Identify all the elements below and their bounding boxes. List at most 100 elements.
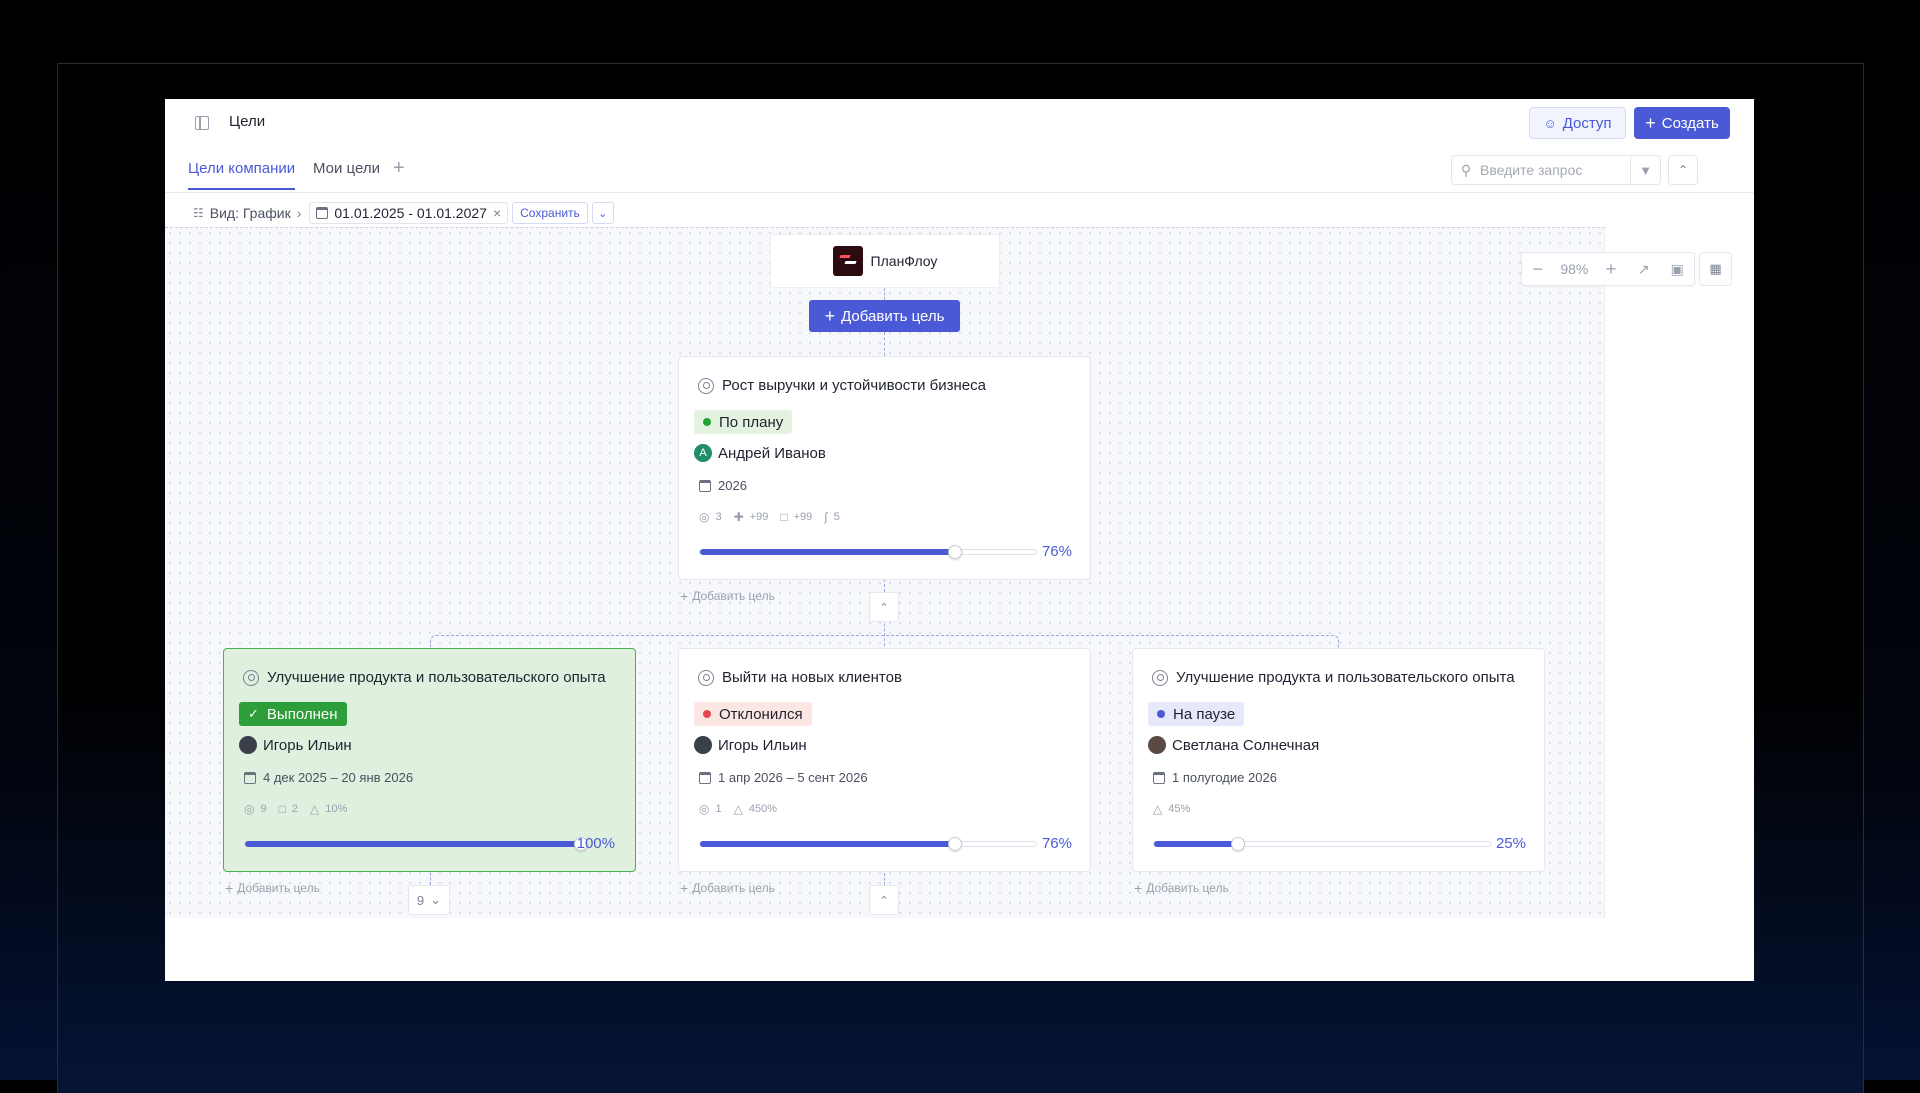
status-dot-icon (703, 710, 711, 718)
progress-bar[interactable] (244, 837, 588, 851)
add-subgoal-link[interactable]: + Добавить цель (1134, 880, 1229, 896)
tab-bar: Цели компании Мои цели + ⚲ ▼ ⌃ (165, 147, 1754, 193)
save-options-dropdown[interactable]: ⌄ (591, 202, 614, 224)
add-tab-plus-icon[interactable]: + (393, 157, 405, 180)
status-badge[interactable]: На паузе (1148, 702, 1245, 726)
view-selector[interactable]: ☷ Вид: График › (189, 205, 305, 221)
plus-icon: + (225, 880, 234, 896)
minimap-icon[interactable]: ▦ (1699, 252, 1732, 286)
progress-handle[interactable] (1231, 837, 1245, 851)
search-input[interactable] (1480, 162, 1620, 178)
search-box: ⚲ ▼ (1451, 155, 1661, 185)
goal-title: Рост выручки и устойчивости бизнеса (698, 377, 986, 394)
weight-value: 10% (325, 803, 348, 815)
goal-card[interactable]: Выйти на новых клиентов Отклонился Игорь… (678, 648, 1091, 872)
app-window: Цели ☺ Доступ + Создать Цели компании Мо… (165, 99, 1754, 981)
weight-icon: △ (733, 802, 743, 816)
add-subgoal-label: Добавить цель (692, 881, 775, 895)
status-badge[interactable]: Отклонился (694, 702, 812, 726)
status-dot-icon (703, 418, 711, 426)
calendar-icon (244, 771, 256, 784)
period-text: 2026 (718, 478, 747, 493)
calendar-icon (1153, 771, 1165, 784)
add-subgoal-link[interactable]: + Добавить цель (680, 588, 775, 604)
tab-company-goals[interactable]: Цели компании (188, 160, 296, 190)
page-title: Цели (229, 113, 266, 130)
goal-owner[interactable]: Игорь Ильин (694, 736, 807, 754)
chevron-down-icon: ⌄ (598, 207, 608, 220)
fit-screen-icon[interactable]: ▣ (1660, 253, 1694, 285)
chevron-up-icon: ⌃ (879, 601, 889, 614)
owner-name: Игорь Ильин (263, 736, 352, 754)
chevron-right-icon: › (296, 205, 302, 221)
view-toolbar: ☷ Вид: График › 01.01.2025 - 01.01.2027 … (189, 202, 614, 224)
goal-title: Улучшение продукта и пользовательского о… (243, 669, 606, 686)
progress-bar[interactable] (1153, 837, 1491, 851)
tab-my-goals[interactable]: Мои цели (313, 160, 380, 188)
zoom-controls: − 98% + ↗ ▣ (1521, 252, 1695, 286)
date-range-filter[interactable]: 01.01.2025 - 01.01.2027 × (309, 202, 509, 224)
status-text: Выполнен (266, 705, 338, 723)
collapse-header-button[interactable]: ⌃ (1668, 155, 1698, 185)
goal-card[interactable]: Улучшение продукта и пользовательского о… (1132, 648, 1545, 872)
company-logo (832, 246, 863, 276)
filter-icon[interactable]: ▼ (1630, 156, 1660, 184)
progress-handle[interactable] (948, 545, 963, 559)
add-subgoal-link[interactable]: + Добавить цель (225, 880, 320, 896)
add-subgoal-link[interactable]: + Добавить цель (680, 880, 775, 896)
access-button[interactable]: ☺ Доступ (1529, 107, 1626, 139)
owner-name: Светлана Солнечная (1172, 736, 1320, 754)
hierarchy-icon: ☷ (193, 206, 204, 220)
zoom-level: 98% (1560, 261, 1589, 277)
organization-node[interactable]: ПланФлоу (770, 234, 1000, 288)
expand-children-button[interactable]: 9 ⌄ (408, 885, 450, 915)
goal-card[interactable]: Рост выручки и устойчивости бизнеса По п… (678, 356, 1091, 580)
plus-icon: + (1645, 113, 1656, 133)
goal-title: Выйти на новых клиентов (698, 669, 902, 686)
goal-title-text: Выйти на новых клиентов (722, 669, 902, 686)
subgoals-icon: ◎ (244, 802, 255, 816)
children-count: 9 (416, 892, 425, 908)
weight-icon: △ (1153, 802, 1163, 816)
clear-date-icon[interactable]: × (493, 205, 501, 221)
status-badge[interactable]: ✓ Выполнен (239, 702, 347, 726)
goal-period: 1 апр 2026 – 5 сент 2026 (699, 770, 868, 785)
save-view-button[interactable]: Сохранить (512, 202, 588, 224)
collapse-children-button[interactable]: ⌃ (869, 592, 899, 622)
status-text: Отклонился (719, 705, 803, 723)
edge-child2-down (884, 873, 885, 885)
create-button[interactable]: + Создать (1634, 107, 1730, 139)
status-badge[interactable]: По плану (694, 410, 793, 434)
calendar-icon (699, 479, 711, 492)
progress-percent: 76% (1041, 543, 1072, 560)
goal-stats: △ 45% (1153, 802, 1190, 816)
period-text: 4 дек 2025 – 20 янв 2026 (263, 770, 414, 785)
progress-handle[interactable] (948, 837, 963, 851)
progress-percent: 25% (1495, 835, 1526, 852)
goal-owner[interactable]: Игорь Ильин (239, 736, 352, 754)
add-subgoal-label: Добавить цель (692, 589, 775, 603)
goal-card[interactable]: Улучшение продукта и пользовательского о… (223, 648, 636, 872)
goal-stats: ◎ 1 △ 450% (699, 802, 777, 816)
goal-title: Улучшение продукта и пользовательского о… (1152, 669, 1515, 686)
goal-owner[interactable]: Светлана Солнечная (1148, 736, 1319, 754)
edge-child1-down (430, 873, 431, 885)
goal-stats: ◎ 3 ✚ +99 □ +99 ∫ 5 (699, 510, 840, 524)
goal-period: 1 полугодие 2026 (1153, 770, 1277, 785)
sidebar-toggle-icon[interactable] (195, 116, 209, 130)
status-text: По плану (719, 413, 784, 431)
period-text: 1 полугодие 2026 (1172, 770, 1277, 785)
progress-bar[interactable] (699, 545, 1037, 559)
zoom-in-icon[interactable]: + (1595, 253, 1627, 285)
owner-name: Игорь Ильин (718, 736, 807, 754)
expand-icon[interactable]: ↗ (1627, 253, 1661, 285)
avatar (239, 736, 257, 754)
attachments-count: 5 (833, 511, 840, 523)
progress-bar[interactable] (699, 837, 1037, 851)
add-goal-button[interactable]: + Добавить цель (809, 300, 960, 332)
owner-name: Андрей Иванов (718, 444, 826, 462)
goal-owner[interactable]: А Андрей Иванов (694, 444, 826, 462)
goal-stats: ◎ 9 □ 2 △ 10% (244, 802, 347, 816)
collapse-children-button[interactable]: ⌃ (869, 885, 899, 915)
zoom-out-icon[interactable]: − (1522, 253, 1554, 285)
